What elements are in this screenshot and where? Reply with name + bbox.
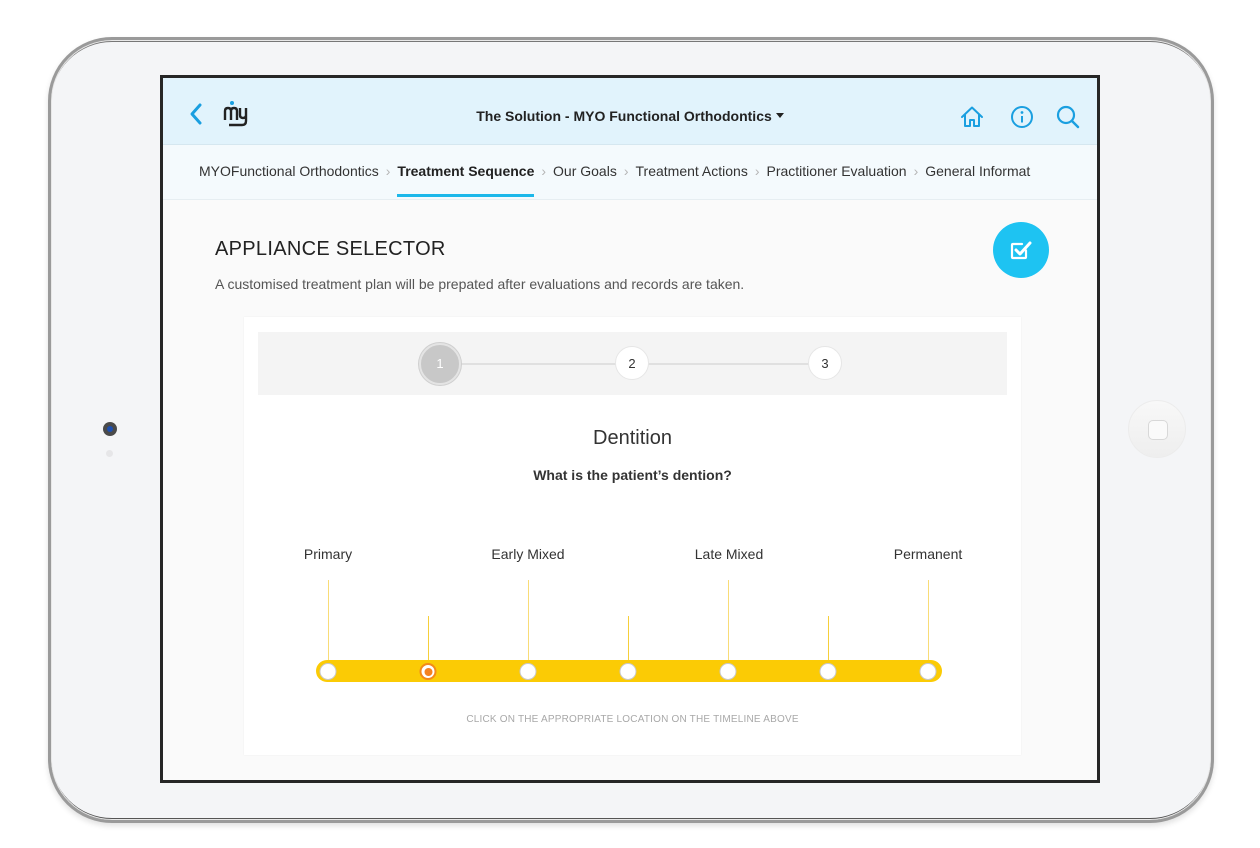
timeline-label-permanent[interactable]: Permanent	[894, 546, 962, 562]
home-icon	[961, 106, 983, 127]
question-title: Dentition	[593, 427, 672, 449]
timeline-label-early-mixed[interactable]: Early Mixed	[491, 546, 564, 562]
breadcrumb-item-treatment-actions[interactable]: Treatment Actions	[636, 163, 748, 187]
page-title: The Solution - MYO Functional Orthodonti…	[163, 108, 1097, 124]
timeline-node[interactable]	[319, 663, 337, 680]
timeline-minor-tick	[628, 616, 629, 664]
timeline-major-tick	[328, 580, 329, 664]
timeline-label-primary[interactable]: Primary	[304, 546, 352, 562]
stepper-connector	[454, 363, 624, 365]
search-button[interactable]	[1055, 104, 1081, 130]
caret-down-icon	[775, 112, 784, 118]
info-button[interactable]	[1009, 104, 1035, 130]
timeline-node-selected[interactable]	[419, 663, 437, 680]
step-1[interactable]: 1	[419, 343, 461, 385]
search-icon	[1056, 105, 1080, 129]
question-prompt: What is the patient’s dention?	[533, 467, 732, 483]
breadcrumb-bar: MYOFunctional Orthodontics › Treatment Seq…	[163, 145, 1097, 200]
step-3[interactable]: 3	[808, 346, 842, 380]
timeline-major-tick	[928, 580, 929, 664]
breadcrumb-item-our-goals[interactable]: Our Goals	[553, 163, 617, 187]
top-bar: The Solution - MYO Functional Orthodonti…	[163, 78, 1097, 145]
timeline-major-tick	[528, 580, 529, 664]
tablet-screen: The Solution - MYO Functional Orthodonti…	[160, 75, 1100, 783]
section-heading: APPLIANCE SELECTOR	[215, 238, 446, 260]
timeline-node[interactable]	[819, 663, 837, 680]
timeline-minor-tick	[828, 616, 829, 664]
timeline-node[interactable]	[719, 663, 737, 680]
stepper: 1 2 3	[258, 332, 1007, 395]
light-sensor	[106, 450, 113, 457]
appliance-selector-card: 1 2 3 Dentition What is the patient’s de…	[244, 317, 1021, 755]
info-icon	[1011, 106, 1033, 128]
breadcrumb-item-treatment-sequence[interactable]: Treatment Sequence	[397, 163, 534, 197]
home-button[interactable]	[959, 104, 985, 130]
step-2[interactable]: 2	[615, 346, 649, 380]
timeline-label-late-mixed[interactable]: Late Mixed	[695, 546, 763, 562]
timeline-node[interactable]	[619, 663, 637, 680]
breadcrumb-item-general-information[interactable]: General Informat	[925, 163, 1030, 187]
timeline-node[interactable]	[519, 663, 537, 680]
solution-dropdown[interactable]: The Solution - MYO Functional Orthodonti…	[476, 108, 784, 124]
timeline-hint: CLICK ON THE APPROPRIATE LOCATION ON THE…	[466, 714, 799, 725]
app-viewport: The Solution - MYO Functional Orthodonti…	[163, 78, 1097, 780]
camera-icon	[103, 422, 117, 436]
stepper-connector	[648, 363, 818, 365]
breadcrumb-separator: ›	[623, 163, 629, 179]
breadcrumb-separator: ›	[913, 163, 919, 179]
confirm-button[interactable]	[993, 222, 1049, 278]
checkbox-checked-icon	[1010, 241, 1032, 260]
breadcrumb-item-practitioner-evaluation[interactable]: Practitioner Evaluation	[767, 163, 907, 187]
breadcrumb: MYOFunctional Orthodontics › Treatment Seq…	[199, 163, 1030, 197]
breadcrumb-item-myofunctional-orthodontics[interactable]: MYOFunctional Orthodontics	[199, 163, 379, 187]
timeline-major-tick	[728, 580, 729, 664]
timeline-node[interactable]	[919, 663, 937, 680]
title-text: The Solution - MYO Functional Orthodonti…	[476, 108, 772, 124]
breadcrumb-separator: ›	[754, 163, 760, 179]
timeline-minor-tick	[428, 616, 429, 664]
breadcrumb-separator: ›	[385, 163, 391, 179]
section-description: A customised treatment plan will be prep…	[215, 276, 745, 292]
device-home-button[interactable]	[1128, 400, 1186, 458]
breadcrumb-separator: ›	[541, 163, 547, 179]
